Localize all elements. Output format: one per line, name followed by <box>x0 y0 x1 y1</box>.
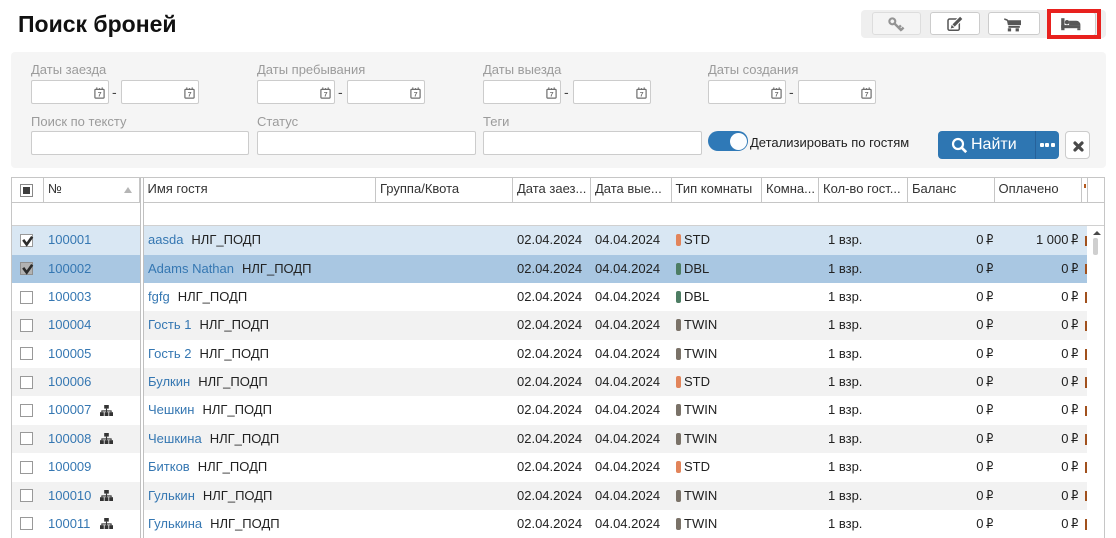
svg-text:7: 7 <box>865 91 869 98</box>
svg-text:7: 7 <box>550 91 554 98</box>
svg-text:7: 7 <box>98 91 102 98</box>
svg-text:7: 7 <box>414 91 418 98</box>
svg-text:7: 7 <box>640 91 644 98</box>
svg-text:7: 7 <box>324 91 328 98</box>
svg-text:7: 7 <box>775 91 779 98</box>
svg-text:7: 7 <box>188 91 192 98</box>
